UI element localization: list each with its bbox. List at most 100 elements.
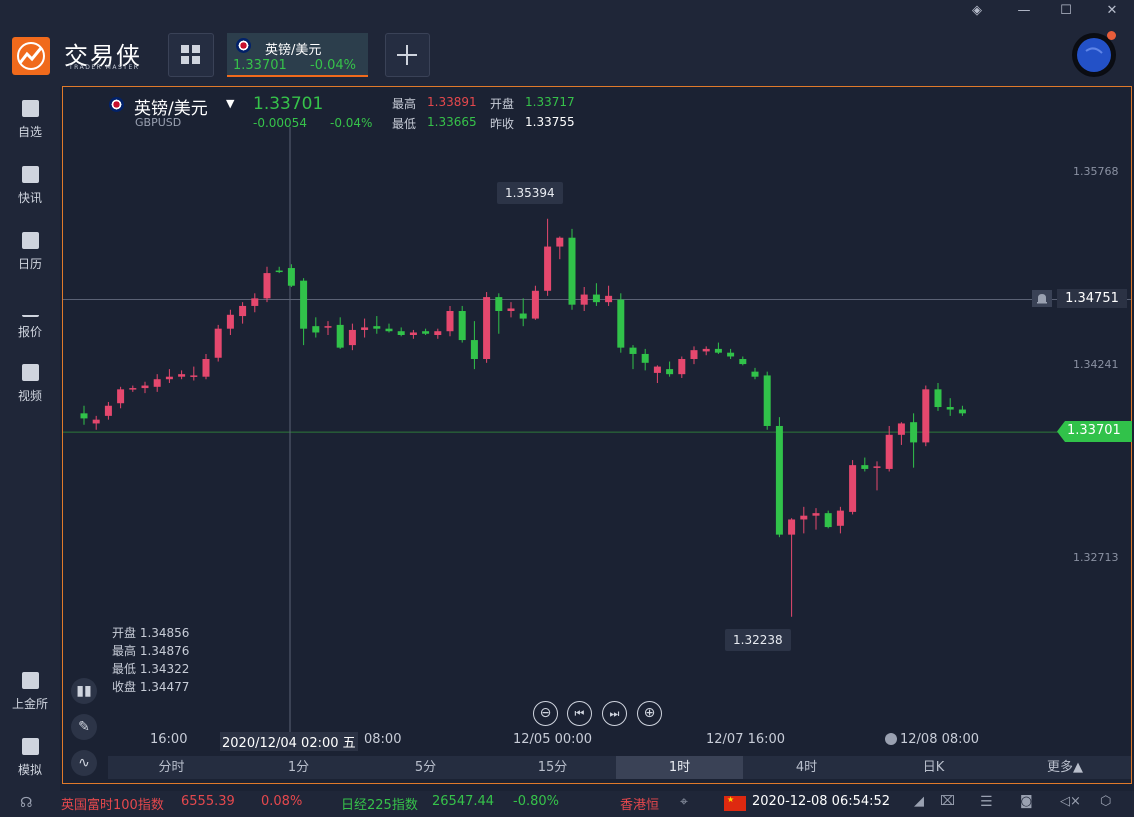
candle: [373, 316, 381, 334]
ticker-change: -0.80%: [513, 794, 559, 809]
minimize-button[interactable]: —: [1013, 3, 1035, 18]
add-tab-button[interactable]: [385, 33, 430, 77]
crosshair-time-label: 2020/12/04 02:00 五: [220, 732, 358, 751]
sidebar-item-calendar[interactable]: 日历: [0, 232, 60, 272]
min-price-tooltip: 1.32238: [725, 629, 791, 651]
candle: [885, 425, 893, 472]
scroll-handle[interactable]: [885, 733, 897, 745]
candle: [775, 417, 783, 538]
logo-icon: [12, 37, 50, 75]
candle: [153, 374, 161, 392]
candle: [422, 328, 430, 336]
camera-icon[interactable]: ◙: [1020, 794, 1033, 809]
candle: [300, 278, 308, 346]
grid-icon: [181, 45, 200, 64]
sidebar-item-news[interactable]: 快讯: [0, 166, 60, 206]
prev-close-label: 昨收: [490, 117, 515, 131]
screen-off-icon[interactable]: ⌧: [940, 794, 955, 809]
candle: [714, 342, 722, 354]
period-tab[interactable]: 15分: [489, 756, 616, 779]
max-price-tooltip: 1.35394: [497, 182, 563, 204]
ohlc-readout: 开盘 1.34856 最高 1.34876 最低 1.34322 收盘 1.34…: [112, 624, 189, 696]
jump-start-button[interactable]: ⏮: [567, 701, 592, 726]
period-tab[interactable]: 1分: [235, 756, 362, 779]
candle: [348, 323, 356, 351]
line-tool-button[interactable]: ∿: [71, 750, 97, 776]
calendar-icon: [21, 232, 39, 249]
candle: [507, 302, 515, 318]
plus-icon: [397, 45, 417, 65]
mute-icon[interactable]: ◁×: [1060, 794, 1081, 809]
more-periods-button[interactable]: 更多▲: [1000, 756, 1130, 779]
candle: [361, 318, 369, 338]
tab-change: -0.04%: [310, 58, 356, 73]
layout-grid-button[interactable]: [168, 33, 214, 77]
sidebar-item-simulate[interactable]: 模拟: [0, 738, 60, 778]
period-tab[interactable]: 5分: [362, 756, 489, 779]
settings-icon[interactable]: ⬡: [1100, 794, 1111, 809]
sidebar-item-watchlist[interactable]: 自选: [0, 100, 60, 140]
candle: [483, 292, 491, 363]
maximize-button[interactable]: ☐: [1055, 3, 1077, 18]
candle: [873, 461, 881, 491]
sidebar-item-sge[interactable]: 上金所: [0, 672, 60, 712]
high-label: 最高: [392, 97, 417, 111]
ticker-name[interactable]: 英国富时100指数: [61, 794, 164, 813]
ticker-change: 0.08%: [261, 794, 303, 809]
candle: [702, 346, 710, 356]
tab-gbpusd[interactable]: 英镑/美元 1.33701 -0.04%: [227, 33, 368, 77]
tab-symbol-name: 英镑/美元: [265, 43, 322, 58]
low-value: 1.33665: [427, 115, 477, 129]
zoom-in-button[interactable]: ⊕: [637, 701, 662, 726]
candle: [922, 385, 930, 447]
satellite-icon[interactable]: ⌖: [680, 794, 688, 810]
clock: 2020-12-08 06:54:52: [752, 794, 891, 809]
symbol-dropdown-icon[interactable]: ▼: [226, 97, 234, 110]
sidebar-item-quotes[interactable]: 报价: [0, 298, 60, 340]
candle: [739, 356, 747, 366]
symbol-change: -0.00054: [253, 116, 307, 130]
candle: [312, 317, 320, 338]
expand-icon[interactable]: ◢: [914, 794, 924, 809]
period-tab[interactable]: 4时: [743, 756, 870, 779]
user-avatar[interactable]: [1072, 31, 1116, 77]
menu-icon[interactable]: ☰: [980, 794, 993, 810]
candle: [751, 367, 759, 380]
ticker-name[interactable]: 日经225指数: [341, 794, 418, 813]
sidebar-item-video[interactable]: 视频: [0, 364, 60, 404]
candle: [727, 348, 735, 360]
gb-flag-icon: [109, 97, 124, 112]
period-tab-active[interactable]: 1时: [616, 756, 743, 779]
price-alert-bell-icon[interactable]: [1032, 290, 1052, 307]
ticker-name[interactable]: 香港恒: [620, 794, 659, 813]
candle: [178, 370, 186, 380]
candle: [788, 518, 796, 617]
candle: [275, 266, 283, 274]
candle: [165, 369, 173, 384]
brand-subtitle: TRADER MASTER: [69, 64, 140, 71]
headset-icon[interactable]: ☊: [20, 795, 32, 811]
gb-flag-icon: [236, 38, 251, 53]
ohlc-open: 开盘 1.34856: [112, 626, 190, 640]
candle: [946, 398, 954, 416]
candle: [568, 228, 576, 310]
china-flag-icon: ★: [724, 795, 746, 811]
period-tab[interactable]: 日K: [870, 756, 997, 779]
tab-price: 1.33701: [233, 58, 287, 73]
candlestick-chart[interactable]: [63, 87, 1131, 757]
candle: [263, 266, 271, 303]
candle: [849, 460, 857, 515]
skin-icon[interactable]: ◈: [966, 3, 988, 18]
news-icon: [21, 166, 39, 183]
indicator-button[interactable]: ▮▮: [71, 678, 97, 704]
draw-tool-button[interactable]: ✎: [71, 714, 97, 740]
period-tab[interactable]: 分时: [108, 756, 235, 779]
jump-end-button[interactable]: ⏭: [602, 701, 627, 726]
wallet-icon: [21, 738, 39, 755]
zoom-out-button[interactable]: ⊖: [533, 701, 558, 726]
candle: [897, 422, 905, 445]
star-bookmark-icon: [21, 100, 39, 117]
exchange-icon: [21, 672, 39, 689]
close-button[interactable]: ✕: [1101, 3, 1123, 18]
candle: [592, 283, 600, 306]
